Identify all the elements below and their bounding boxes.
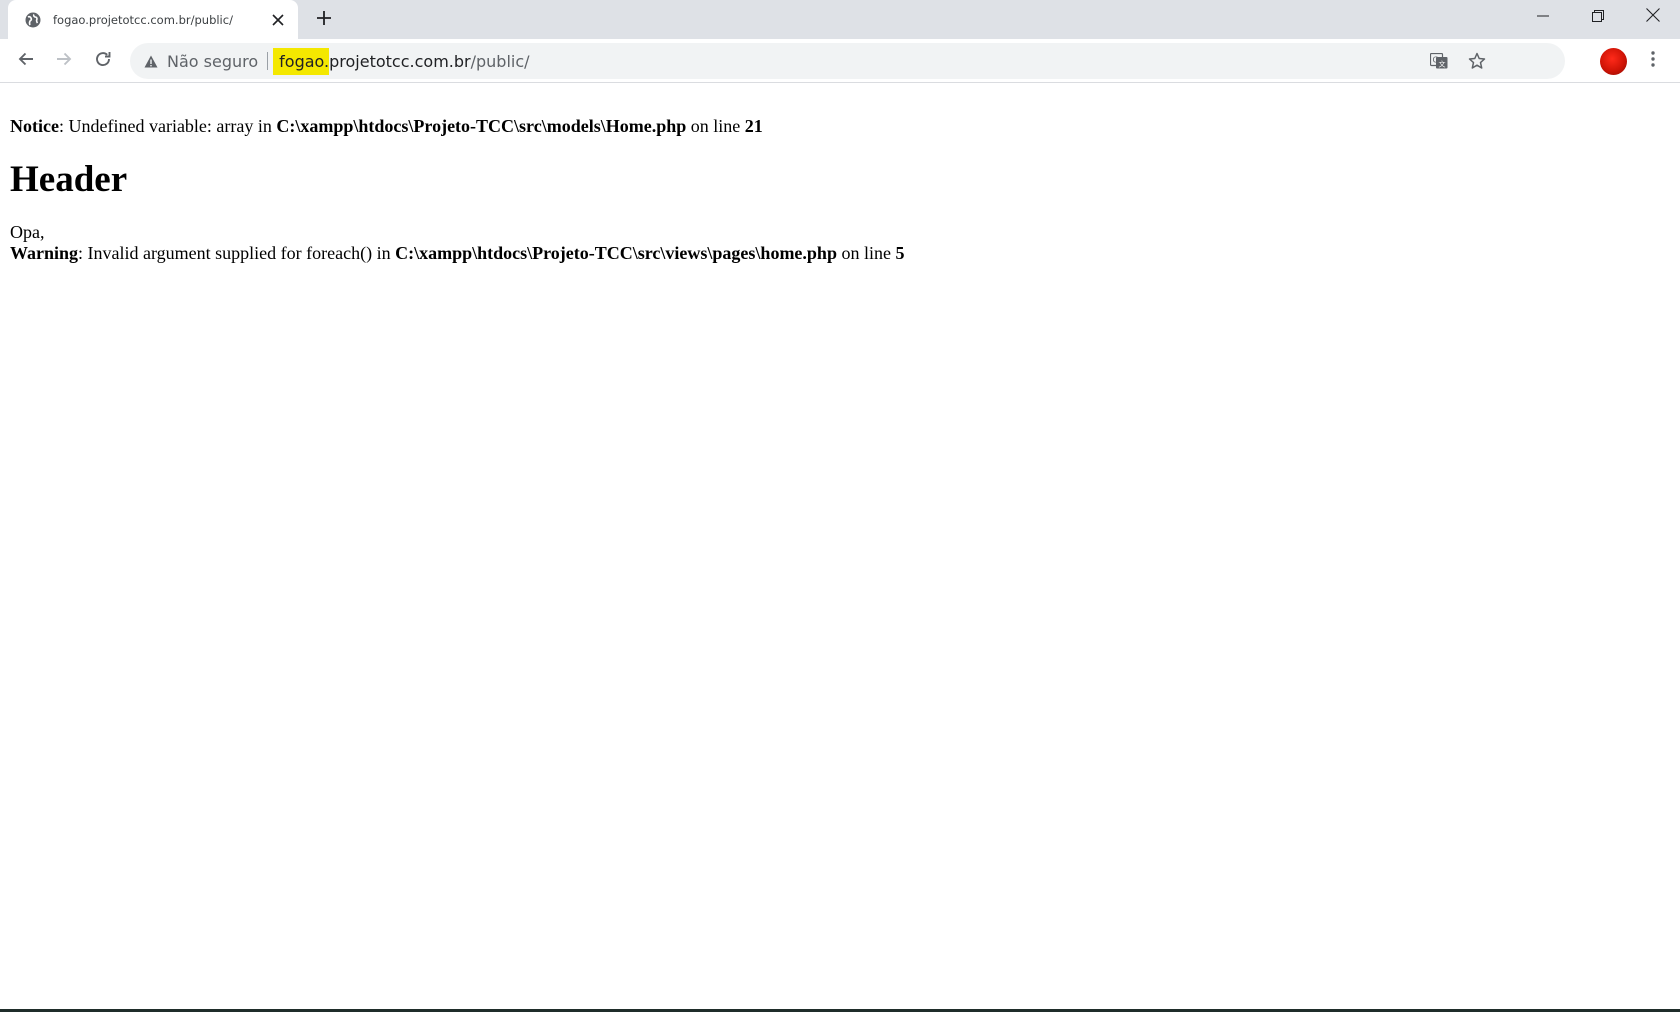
window-restore-button[interactable] [1570,0,1625,32]
forward-arrow-icon [55,50,73,72]
restore-icon [1591,7,1604,26]
warning-label: Warning [10,243,79,263]
star-icon[interactable] [1466,50,1488,72]
browser-menu-button[interactable] [1643,47,1663,75]
url-domain: projetotcc.com.br [329,51,471,71]
window-close-button[interactable] [1625,0,1680,32]
php-notice: Notice: Undefined variable: array in C:\… [10,116,1670,137]
window-minimize-button[interactable] [1515,0,1570,32]
tab-title: fogao.projetotcc.com.br/public/ [53,12,233,27]
url-text[interactable]: fogao.projetotcc.com.br/public/ [273,47,530,75]
notice-text: : Undefined variable: array in [58,116,277,136]
php-warning: Warning: Invalid argument supplied for f… [10,243,1670,264]
page-content: Notice: Undefined variable: array in C:\… [0,116,1680,264]
warning-line-number: 5 [895,243,905,263]
notice-on-line: on line [686,116,745,136]
back-arrow-icon [17,50,35,72]
warning-icon[interactable] [143,53,159,69]
warning-path: C:\xampp\htdocs\Projeto-TCC\src\views\pa… [395,243,837,263]
url-path: /public/ [470,51,530,71]
globe-icon [24,11,42,29]
close-icon [1645,7,1660,26]
tab-active[interactable]: fogao.projetotcc.com.br/public/ [8,0,298,39]
avatar[interactable] [1600,48,1627,75]
plus-icon [316,10,332,30]
browser-toolbar: Não seguro fogao.projetotcc.com.br/publi… [0,39,1680,83]
new-tab-button[interactable] [311,7,337,33]
more-vert-icon [1651,51,1655,71]
url-highlighted: fogao. [273,47,330,75]
address-bar[interactable]: Não seguro fogao.projetotcc.com.br/publi… [130,43,1565,79]
notice-label: Notice [10,116,59,136]
reload-icon [94,50,112,72]
security-status-label[interactable]: Não seguro [167,52,258,71]
page-title: Header [10,159,128,200]
warning-on-line: on line [836,243,896,263]
reload-button[interactable] [87,45,119,77]
minimize-icon [1536,7,1549,26]
warning-text: : Invalid argument supplied for foreach(… [78,243,396,263]
svg-text:文: 文 [1439,60,1446,69]
back-button[interactable] [10,45,42,77]
notice-path: C:\xampp\htdocs\Projeto-TCC\src\models\H… [276,116,687,136]
forward-button[interactable] [48,45,80,77]
greeting-text: Opa, [10,222,45,242]
close-icon[interactable] [268,10,288,30]
omnibox-divider [267,52,269,70]
translate-icon[interactable]: G 文 [1428,51,1450,71]
tab-strip: fogao.projetotcc.com.br/public/ [0,0,1680,39]
notice-line-number: 21 [744,116,763,136]
